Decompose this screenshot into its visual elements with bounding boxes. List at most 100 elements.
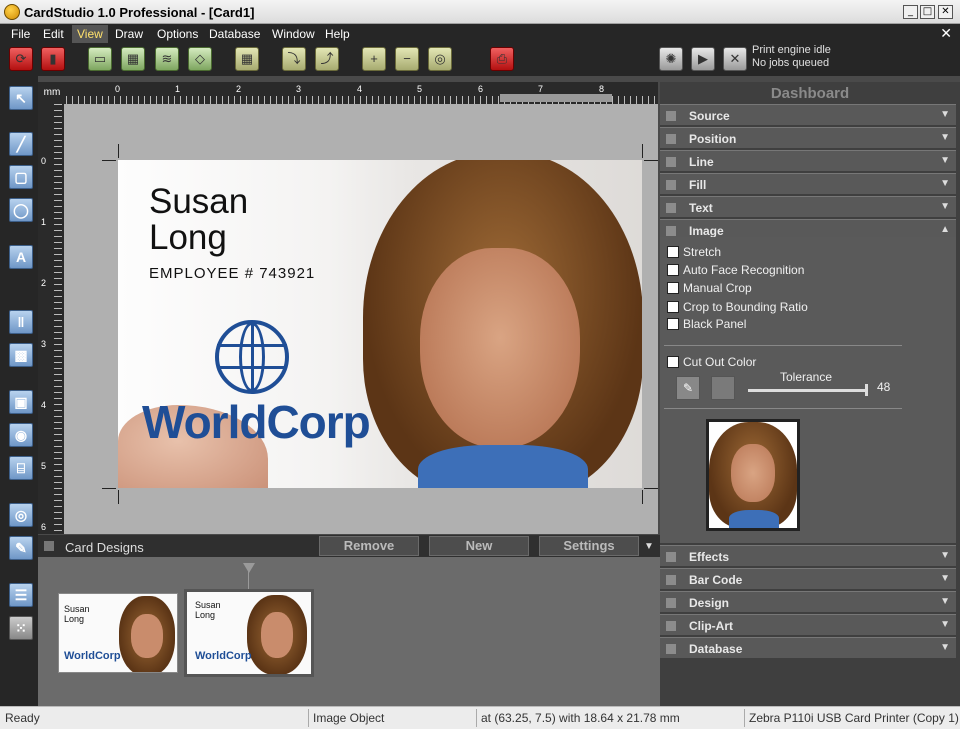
- document-close-icon[interactable]: ✕: [940, 25, 952, 42]
- section-effects[interactable]: Effects ▼: [660, 545, 956, 566]
- auto-face-option[interactable]: Auto Face Recognition: [667, 263, 804, 277]
- menu-options[interactable]: Options: [157, 27, 198, 41]
- menu-edit[interactable]: Edit: [43, 27, 64, 41]
- ruler-selection-marker: [500, 94, 612, 102]
- design-thumbnail-selected[interactable]: Susan Long WorldCorp: [184, 589, 314, 677]
- checkbox[interactable]: [667, 264, 679, 276]
- card-last-name: Long: [149, 218, 227, 257]
- panel-tool-icon[interactable]: ☰: [9, 583, 33, 607]
- magstripe-icon[interactable]: ≋: [155, 47, 179, 71]
- ruler-scale: [54, 104, 62, 534]
- black-panel-option[interactable]: Black Panel: [667, 317, 746, 331]
- thumb-logo: WorldCorp: [195, 650, 252, 662]
- stretch-option[interactable]: Stretch: [667, 245, 721, 259]
- ruler-tick: 5: [417, 84, 423, 94]
- cancel-job-icon[interactable]: ✕: [723, 47, 747, 71]
- card-name[interactable]: Susan Long: [149, 184, 248, 256]
- barcode-tool-icon[interactable]: ‖: [9, 310, 33, 334]
- maximize-button[interactable]: □: [920, 5, 935, 19]
- status-bar: Ready Image Object at (63.25, 7.5) with …: [0, 706, 960, 729]
- engine-status-line2: No jobs queued: [752, 57, 830, 69]
- app-logo-icon: [4, 4, 20, 20]
- section-design[interactable]: Design ▼: [660, 591, 956, 612]
- rectangle-tool-icon[interactable]: ▢: [9, 165, 33, 189]
- minimize-button[interactable]: _: [903, 5, 918, 19]
- flip-front-icon[interactable]: ⤵: [282, 47, 306, 71]
- grid-icon[interactable]: ▦: [235, 47, 259, 71]
- card-employee-number[interactable]: EMPLOYEE # 743921: [149, 265, 315, 282]
- portrait-face[interactable]: [420, 248, 580, 448]
- chevron-down-icon[interactable]: ▼: [644, 541, 654, 552]
- play-icon[interactable]: ▶: [691, 47, 715, 71]
- section-label: Effects: [689, 550, 730, 564]
- layout-icon[interactable]: ▦: [121, 47, 145, 71]
- card-icon[interactable]: ▭: [88, 47, 112, 71]
- settings-gear-icon[interactable]: ✺: [659, 47, 683, 71]
- option-label: Stretch: [683, 245, 722, 259]
- image-tool-icon[interactable]: ▣: [9, 390, 33, 414]
- id-card[interactable]: Susan Long EMPLOYEE # 743921 WorldCorp: [118, 160, 642, 488]
- section-position[interactable]: Position ▼: [660, 127, 956, 148]
- tag-icon[interactable]: ◇: [188, 47, 212, 71]
- crop-ratio-option[interactable]: Crop to Bounding Ratio: [667, 300, 808, 314]
- flip-back-icon[interactable]: ⤴: [315, 47, 339, 71]
- status-printer: Zebra P110i USB Card Printer (Copy 1): [749, 711, 959, 725]
- color-swatch[interactable]: [711, 376, 735, 400]
- section-clip-art[interactable]: Clip-Art ▼: [660, 614, 956, 635]
- section-database[interactable]: Database ▼: [660, 637, 956, 658]
- thumb-logo: WorldCorp: [64, 650, 121, 662]
- section-source[interactable]: Source ▼: [660, 104, 956, 125]
- section-text[interactable]: Text ▼: [660, 196, 956, 217]
- camera-tool-icon[interactable]: ◉: [9, 423, 33, 447]
- zoom-in-icon[interactable]: +: [362, 47, 386, 71]
- globe-logo-icon[interactable]: [215, 320, 289, 394]
- scanner-tool-icon[interactable]: ⌸: [9, 456, 33, 480]
- collapse-square-icon[interactable]: [44, 541, 54, 551]
- manual-crop-option[interactable]: Manual Crop: [667, 281, 752, 295]
- close-button[interactable]: ✕: [938, 5, 953, 19]
- section-bar-code[interactable]: Bar Code ▼: [660, 568, 956, 589]
- ellipse-tool-icon[interactable]: ◯: [9, 198, 33, 222]
- fingerprint-tool-icon[interactable]: ◎: [9, 503, 33, 527]
- refresh-icon[interactable]: ⟳: [9, 47, 33, 71]
- print-icon[interactable]: ⎙: [490, 47, 514, 71]
- checkbox[interactable]: [667, 356, 679, 368]
- card-logo-text[interactable]: WorldCorp: [142, 395, 371, 449]
- card-designs-header: Card Designs Remove New Settings ▼: [38, 535, 660, 557]
- zoom-out-icon[interactable]: −: [395, 47, 419, 71]
- checkbox[interactable]: [667, 301, 679, 313]
- text-tool-icon[interactable]: A: [9, 245, 33, 269]
- design-thumbnail[interactable]: Susan Long WorldCorp: [58, 593, 178, 673]
- line-tool-icon[interactable]: ╱: [9, 132, 33, 156]
- section-label: Text: [689, 201, 713, 215]
- cut-out-color-option[interactable]: Cut Out Color: [667, 355, 756, 369]
- ruler-tick: 2: [236, 84, 242, 94]
- section-fill[interactable]: Fill ▼: [660, 173, 956, 194]
- checkbox[interactable]: [667, 318, 679, 330]
- section-line[interactable]: Line ▼: [660, 150, 956, 171]
- signature-tool-icon[interactable]: ✎: [9, 536, 33, 560]
- menu-draw[interactable]: Draw: [115, 27, 143, 41]
- resize-tool-icon[interactable]: ⁙: [9, 616, 33, 640]
- settings-button[interactable]: Settings: [539, 536, 639, 556]
- remove-button[interactable]: Remove: [319, 536, 419, 556]
- chevron-down-icon: ▼: [940, 201, 950, 212]
- checkbox[interactable]: [667, 282, 679, 294]
- section-label: Image: [689, 224, 724, 238]
- new-button[interactable]: New: [429, 536, 529, 556]
- menu-file[interactable]: File: [11, 27, 30, 41]
- menu-help[interactable]: Help: [325, 27, 350, 41]
- 2d-barcode-tool-icon[interactable]: ▩: [9, 343, 33, 367]
- checkbox[interactable]: [667, 246, 679, 258]
- zoom-fit-icon[interactable]: ◎: [428, 47, 452, 71]
- select-arrow-icon[interactable]: ↖: [9, 86, 33, 110]
- eyedropper-icon[interactable]: ✎: [676, 376, 700, 400]
- design-canvas[interactable]: Susan Long EMPLOYEE # 743921 WorldCorp: [64, 104, 658, 534]
- menu-view[interactable]: View: [72, 25, 108, 43]
- slider-handle[interactable]: [865, 384, 868, 396]
- ruler-tick: 0: [115, 84, 121, 94]
- delete-icon[interactable]: ▮: [41, 47, 65, 71]
- menu-database[interactable]: Database: [209, 27, 260, 41]
- tolerance-slider[interactable]: [748, 384, 868, 396]
- menu-window[interactable]: Window: [272, 27, 315, 41]
